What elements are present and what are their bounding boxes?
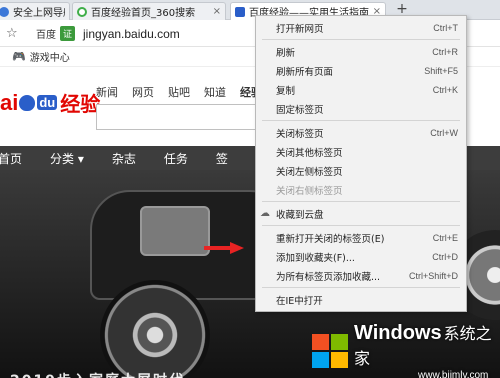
menu-close-right-tabs: 关闭右侧标签页 — [256, 180, 466, 199]
hero-caption: 2019步入家庭大屏时代 — [10, 370, 185, 378]
search-input[interactable] — [96, 104, 266, 130]
menu-label: 固定标签页 — [276, 104, 324, 116]
menu-separator — [262, 39, 460, 40]
menu-label: 在IE中打开 — [276, 295, 323, 307]
menu-label: 关闭其他标签页 — [276, 147, 343, 159]
logo-text-bai: ai — [0, 89, 19, 115]
nav-news[interactable]: 新闻 — [96, 84, 118, 100]
menu-bookmark-all-tabs[interactable]: 为所有标签页添加收藏... Ctrl+Shift+D — [256, 266, 466, 285]
menu-separator — [262, 287, 460, 288]
tab-1[interactable]: 百度经验首页_360搜索 × — [72, 2, 226, 20]
nav-tieba[interactable]: 贴吧 — [168, 84, 190, 100]
tab-0[interactable]: 安全上网导航 — [0, 2, 70, 20]
menu-shortcut: Ctrl+D — [432, 251, 458, 262]
menu-label: 为所有标签页添加收藏... — [276, 271, 381, 283]
menu-separator — [262, 201, 460, 202]
menu-label: 关闭左侧标签页 — [276, 166, 343, 178]
menu-label: 关闭右侧标签页 — [276, 185, 343, 197]
cat-task[interactable]: 任务 — [164, 150, 188, 167]
menu-refresh-all[interactable]: 刷新所有页面 Shift+F5 — [256, 61, 466, 80]
url-input[interactable]: jingyan.baidu.com — [83, 27, 180, 41]
tab-favicon-icon — [235, 6, 245, 17]
menu-close-tab[interactable]: 关闭标签页 Ctrl+W — [256, 123, 466, 142]
cat-category[interactable]: 分类 ▾ — [50, 150, 84, 167]
menu-label: 刷新 — [276, 47, 296, 59]
watermark-word: Windows — [354, 321, 442, 344]
nav-web[interactable]: 网页 — [132, 84, 154, 100]
menu-add-to-favorites[interactable]: 添加到收藏夹(F)... Ctrl+D — [256, 247, 466, 266]
menu-label: 收藏到云盘 — [276, 209, 324, 221]
nav-zhidao[interactable]: 知道 — [204, 84, 226, 100]
cat-home[interactable]: 首页 — [0, 150, 22, 167]
paw-icon — [19, 94, 36, 111]
menu-duplicate[interactable]: 复制 Ctrl+K — [256, 80, 466, 99]
certificate-icon[interactable]: 证 — [60, 26, 76, 41]
menu-separator — [262, 225, 460, 226]
car-window — [140, 206, 210, 256]
tab-context-menu: 打开新网页 Ctrl+T 刷新 Ctrl+R 刷新所有页面 Shift+F5 复制 Ct… — [255, 15, 467, 312]
menu-label: 关闭标签页 — [276, 128, 324, 140]
tab-label: 安全上网导航 — [13, 8, 65, 19]
windows-logo-icon — [310, 332, 348, 368]
cloud-icon: ☁ — [260, 208, 270, 219]
baidu-jingyan-logo[interactable]: ai du 经验 — [0, 88, 100, 117]
menu-label: 打开新网页 — [276, 23, 324, 35]
menu-shortcut: Ctrl+T — [433, 22, 458, 33]
menu-refresh[interactable]: 刷新 Ctrl+R — [256, 42, 466, 61]
top-nav: 新闻 网页 贴吧 知道 经验 — [96, 84, 262, 100]
favorite-star-icon[interactable]: ☆ — [6, 26, 22, 41]
windows-watermark: Windows 系统之家 www.bjjmlv.com — [310, 322, 500, 378]
menu-shortcut: Ctrl+R — [432, 46, 458, 57]
tab-label: 百度经验首页_360搜索 — [91, 8, 196, 19]
menu-open-in-ie[interactable]: 在IE中打开 — [256, 290, 466, 309]
cat-sign[interactable]: 签 — [216, 150, 228, 167]
menu-pin-tab[interactable]: 固定标签页 — [256, 99, 466, 118]
bookmark-game-center[interactable]: 游戏中心 — [30, 49, 70, 64]
gamepad-icon: 🎮 — [12, 50, 26, 63]
menu-close-left-tabs[interactable]: 关闭左侧标签页 — [256, 161, 466, 180]
menu-close-other-tabs[interactable]: 关闭其他标签页 — [256, 142, 466, 161]
menu-label: 刷新所有页面 — [276, 66, 334, 78]
menu-shortcut: Ctrl+Shift+D — [408, 270, 458, 281]
cat-magazine[interactable]: 杂志 — [112, 150, 136, 167]
tab-favicon-icon — [77, 6, 87, 17]
menu-label: 复制 — [276, 85, 296, 97]
red-arrow-icon — [204, 242, 244, 254]
logo-text-du: du — [37, 95, 58, 110]
watermark-site: www.bjjmlv.com — [418, 369, 489, 378]
menu-shortcut: Shift+F5 — [424, 65, 458, 76]
menu-separator — [262, 120, 460, 121]
site-name: 百度 — [36, 30, 56, 41]
logo-text-jingyan: 经验 — [60, 94, 101, 116]
menu-shortcut: Ctrl+K — [432, 84, 458, 95]
menu-shortcut: Ctrl+W — [430, 127, 458, 138]
menu-label: 重新打开关闭的标签页(E) — [276, 233, 385, 245]
menu-open-new-page[interactable]: 打开新网页 Ctrl+T — [256, 18, 466, 37]
tab-favicon-icon — [0, 6, 9, 17]
tab-close-icon[interactable]: × — [213, 6, 221, 17]
menu-save-to-cloud[interactable]: ☁ 收藏到云盘 — [256, 204, 466, 223]
menu-reopen-closed-tab[interactable]: 重新打开关闭的标签页(E) Ctrl+E — [256, 228, 466, 247]
menu-label: 添加到收藏夹(F)... — [276, 252, 355, 264]
menu-shortcut: Ctrl+E — [432, 232, 458, 243]
